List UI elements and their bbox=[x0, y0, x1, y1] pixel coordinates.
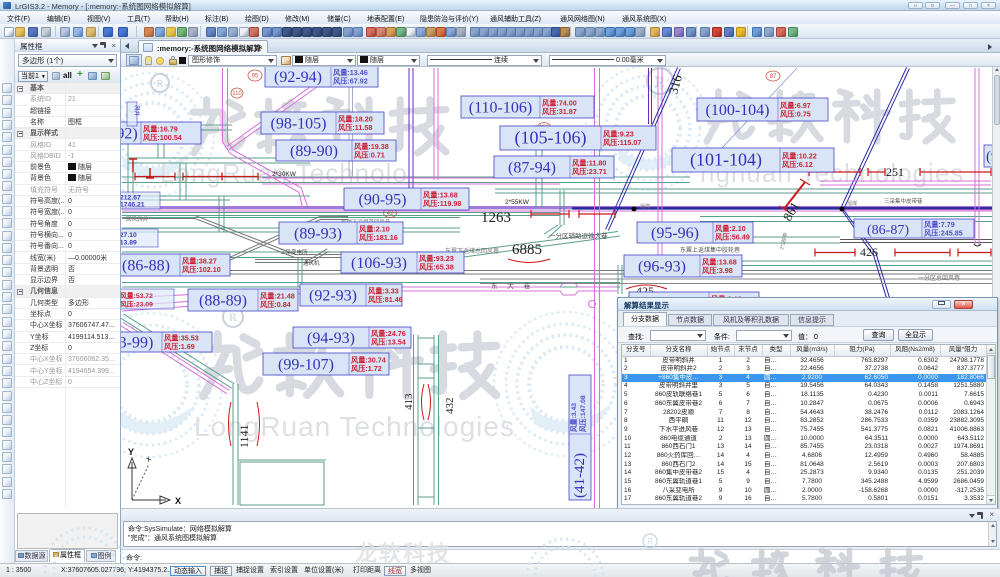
svg-text:风压:65.38: 风压:65.38 bbox=[419, 263, 454, 272]
svg-text:(41-42): (41-42) bbox=[572, 453, 588, 498]
svg-text:R: R bbox=[655, 75, 665, 91]
svg-text:(89-90): (89-90) bbox=[290, 143, 338, 160]
svg-text:6885: 6885 bbox=[512, 242, 542, 258]
svg-text:1141: 1141 bbox=[237, 424, 251, 448]
svg-text:(99-107): (99-107) bbox=[278, 357, 334, 374]
svg-text:426: 426 bbox=[860, 245, 878, 259]
svg-text:(95-96): (95-96) bbox=[651, 225, 699, 242]
svg-text:(96-93): (96-93) bbox=[638, 259, 686, 276]
svg-text:一分区辅助运输大巷: 一分区辅助运输大巷 bbox=[549, 231, 608, 240]
svg-text:R: R bbox=[156, 78, 164, 90]
svg-text:42: 42 bbox=[387, 211, 394, 217]
svg-text:(100-104): (100-104) bbox=[706, 102, 770, 119]
svg-text:风压:100.54: 风压:100.54 bbox=[143, 133, 182, 142]
svg-text:(92-93): (92-93) bbox=[309, 288, 357, 305]
svg-text:(98-105): (98-105) bbox=[271, 116, 327, 133]
svg-text:风量:53.72: 风量:53.72 bbox=[121, 291, 153, 300]
svg-text:213.89: 213.89 bbox=[121, 240, 137, 247]
svg-text:风压:181.16: 风压:181.16 bbox=[359, 233, 398, 242]
svg-text:风压:119.98: 风压:119.98 bbox=[423, 199, 461, 208]
svg-text:一分区总回风巷: 一分区总回风巷 bbox=[918, 274, 960, 282]
svg-text:95: 95 bbox=[252, 74, 259, 80]
svg-text:风量:3.43: 风量:3.43 bbox=[569, 403, 578, 432]
svg-text:风压:56.49: 风压:56.49 bbox=[715, 233, 750, 242]
svg-text:(90-95): (90-95) bbox=[359, 192, 407, 209]
svg-text:1263: 1263 bbox=[481, 210, 511, 226]
svg-text:风压:23.09: 风压:23.09 bbox=[121, 300, 153, 309]
svg-text:(88-89): (88-89) bbox=[199, 293, 247, 310]
svg-text:风压:0.71: 风压:0.71 bbox=[354, 151, 385, 160]
svg-text:212.67: 212.67 bbox=[121, 195, 141, 202]
svg-text:1746.21: 1746.21 bbox=[121, 202, 145, 209]
svg-text:风压:67.92: 风压:67.92 bbox=[333, 77, 368, 86]
svg-text:(94-93): (94-93) bbox=[307, 330, 355, 347]
svg-text:风压:13.54: 风压:13.54 bbox=[371, 338, 406, 347]
svg-text:92): 92) bbox=[121, 126, 138, 143]
svg-text:东 大 巷: 东 大 巷 bbox=[491, 281, 534, 290]
svg-text:风压:6.12: 风压:6.12 bbox=[782, 160, 813, 169]
svg-text:87: 87 bbox=[770, 74, 777, 80]
svg-text:风压:23.71: 风压:23.71 bbox=[572, 167, 607, 176]
svg-text:X: X bbox=[175, 496, 181, 506]
svg-text:风压:31.87: 风压:31.87 bbox=[542, 107, 577, 116]
svg-text:(106-93): (106-93) bbox=[351, 255, 407, 272]
svg-text:(101-104): (101-104) bbox=[690, 150, 762, 171]
svg-text:回风斜井: 回风斜井 bbox=[126, 215, 149, 223]
svg-text:(89-93): (89-93) bbox=[294, 226, 342, 243]
svg-text:风压:115.07: 风压:115.07 bbox=[603, 138, 641, 147]
svg-text:316: 316 bbox=[665, 73, 685, 96]
svg-text:110: 110 bbox=[232, 91, 242, 97]
svg-text:三采变电所: 三采变电所 bbox=[280, 248, 308, 256]
svg-text:2*2胶带: 2*2胶带 bbox=[778, 232, 789, 251]
svg-text:(86-88): (86-88) bbox=[122, 258, 170, 275]
svg-text:风压:1.69: 风压:1.69 bbox=[164, 342, 195, 351]
svg-text:(105-106): (105-106) bbox=[515, 128, 587, 149]
svg-text:432: 432 bbox=[444, 398, 456, 415]
svg-text:x: x bbox=[145, 454, 153, 464]
svg-text:风压:0.84: 风压:0.84 bbox=[260, 300, 291, 309]
svg-text:127.10: 127.10 bbox=[121, 232, 137, 239]
svg-text:(92-94): (92-94) bbox=[274, 69, 322, 86]
svg-text:溜煤: 溜煤 bbox=[847, 200, 857, 207]
svg-text:R: R bbox=[229, 310, 237, 324]
svg-text:(110-106): (110-106) bbox=[469, 100, 532, 117]
svg-text:(86-87): (86-87) bbox=[867, 223, 909, 238]
svg-text:通风机: 通风机 bbox=[303, 259, 320, 267]
svg-text:风压:81.46: 风压:81.46 bbox=[368, 295, 403, 304]
svg-text:413: 413 bbox=[403, 393, 415, 410]
svg-text:861: 861 bbox=[780, 199, 803, 223]
svg-text:Y: Y bbox=[128, 447, 134, 457]
svg-text:风压:102.10: 风压:102.10 bbox=[182, 265, 221, 274]
svg-text:(87-94): (87-94) bbox=[508, 160, 556, 177]
svg-text:251: 251 bbox=[886, 165, 904, 179]
svg-text:风压:0.75: 风压:0.75 bbox=[780, 110, 811, 119]
svg-text:风压:3.98: 风压:3.98 bbox=[702, 266, 733, 275]
svg-text:风压:11.58: 风压:11.58 bbox=[338, 123, 372, 132]
svg-text:三采集中皮带巷: 三采集中皮带巷 bbox=[884, 197, 923, 205]
svg-text:2*30KW: 2*30KW bbox=[272, 171, 297, 178]
svg-text:风压:1.72: 风压:1.72 bbox=[351, 364, 382, 373]
svg-text:风井: 风井 bbox=[133, 105, 141, 117]
svg-text:风压:245.85: 风压:245.85 bbox=[924, 229, 963, 238]
svg-text:溜煤: 溜煤 bbox=[640, 203, 650, 210]
svg-text:东翼上返煤集中胶轮巷: 东翼上返煤集中胶轮巷 bbox=[680, 246, 740, 254]
svg-text:3-99): 3-99) bbox=[121, 335, 153, 352]
svg-text:2*55KW: 2*55KW bbox=[505, 199, 530, 206]
svg-text:风压:147.08: 风压:147.08 bbox=[578, 395, 587, 432]
